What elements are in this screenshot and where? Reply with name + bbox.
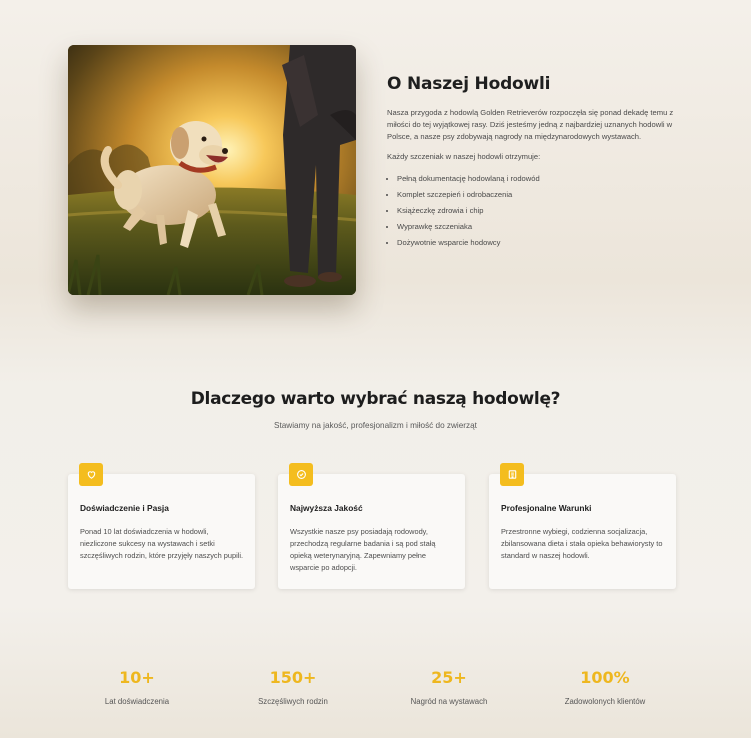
- feature-card-text: Wszystkie nasze psy posiadają rodowody, …: [290, 527, 436, 572]
- stat-years-experience: 10+ Lat doświadczenia: [67, 668, 207, 706]
- feature-card-quality: Najwyższa Jakość Wszystkie nasze psy pos…: [278, 463, 465, 589]
- feature-card-text: Przestronne wybiegi, codzienna socjaliza…: [501, 527, 663, 560]
- stat-happy-families: 150+ Szczęśliwych rodzin: [223, 668, 363, 706]
- feature-card-experience: Doświadczenie i Pasja Ponad 10 lat doświ…: [68, 463, 255, 589]
- stat-label: Zadowolonych klientów: [564, 697, 646, 706]
- about-title: O Naszej Hodowli: [387, 74, 551, 94]
- badge-check-icon: [289, 463, 313, 486]
- stat-label: Nagród na wystawach: [410, 697, 488, 706]
- dog-photo: [68, 45, 356, 295]
- about-paragraph-puppy-includes: Każdy szczeniak w naszej hodowli otrzymu…: [387, 152, 541, 161]
- stat-value: 25+: [431, 668, 467, 687]
- puppy-benefits-list: Pełną dokumentację hodowlaną i rodowód K…: [387, 171, 679, 251]
- stat-label: Szczęśliwych rodzin: [258, 697, 328, 706]
- about-section: O Naszej Hodowli Nasza przygoda z hodowl…: [0, 0, 751, 340]
- feature-card-title: Profesjonalne Warunki: [501, 503, 592, 513]
- why-section-subtitle: Stawiamy na jakość, profesjonalizm i mił…: [274, 421, 477, 430]
- stat-value: 150+: [269, 668, 317, 687]
- list-item: Dożywotnie wsparcie hodowcy: [397, 235, 679, 251]
- list-item: Wyprawkę szczeniaka: [397, 219, 679, 235]
- stat-value: 10+: [119, 668, 155, 687]
- feature-card-conditions: Profesjonalne Warunki Przestronne wybieg…: [489, 463, 676, 589]
- dog-running-image: [68, 45, 356, 295]
- stat-awards: 25+ Nagród na wystawach: [379, 668, 519, 706]
- list-item: Komplet szczepień i odrobaczenia: [397, 187, 679, 203]
- feature-card-text: Ponad 10 lat doświadczenia w hodowli, ni…: [80, 527, 244, 560]
- about-content: O Naszej Hodowli Nasza przygoda z hodowl…: [387, 74, 679, 251]
- feature-card-title: Doświadczenie i Pasja: [80, 503, 169, 513]
- stat-satisfied-clients: 100% Zadowolonych klientów: [535, 668, 675, 706]
- feature-card-title: Najwyższa Jakość: [290, 503, 363, 513]
- heart-icon: [79, 463, 103, 486]
- home-icon: [500, 463, 524, 486]
- list-item: Pełną dokumentację hodowlaną i rodowód: [397, 171, 679, 187]
- stat-value: 100%: [580, 668, 630, 687]
- about-paragraph-history: Nasza przygoda z hodowlą Golden Retrieve…: [387, 108, 674, 141]
- why-section-title: Dlaczego warto wybrać naszą hodowlę?: [190, 389, 561, 409]
- stat-label: Lat doświadczenia: [104, 697, 170, 706]
- list-item: Książeczkę zdrowia i chip: [397, 203, 679, 219]
